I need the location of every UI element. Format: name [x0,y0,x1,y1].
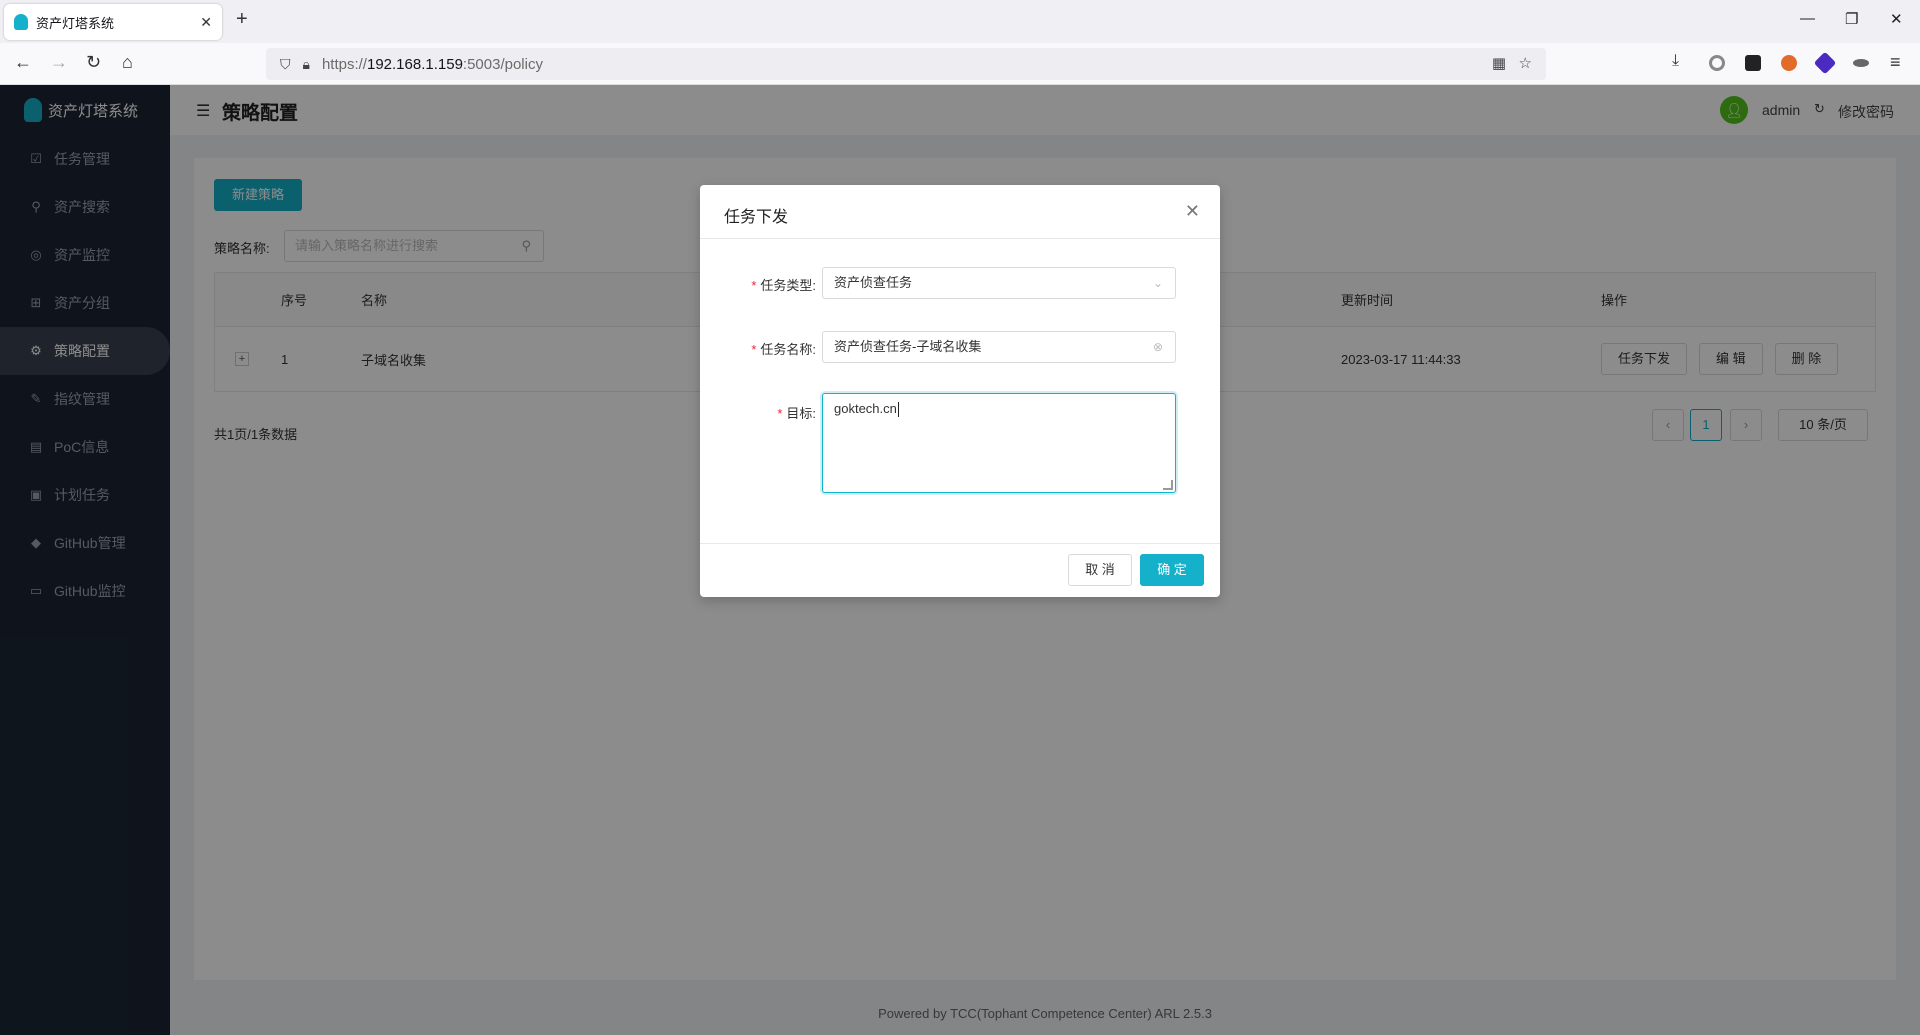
cancel-button[interactable]: 取 消 [1068,554,1132,586]
back-icon[interactable]: ← [14,52,32,73]
browser-navbar: ← → ↻ ⌂ ⛉ 🔒︎ https://192.168.1.159:5003/… [0,43,1920,85]
lock-icon: 🔒︎ [302,55,310,72]
download-icon[interactable]: ⤓ [1672,52,1679,70]
tab-title: 资产灯塔系统 [36,15,115,31]
favicon-icon [14,14,28,30]
extension-icon[interactable] [1853,59,1869,67]
text-cursor [897,402,899,418]
shield-icon: ⛉ [280,55,291,72]
minimize-icon[interactable]: — [1800,10,1815,27]
close-tab-icon[interactable]: ✕ [200,14,212,31]
chevron-down-icon: ⌄ [1152,276,1163,290]
task-type-label: * 任务类型: [751,278,816,293]
browser-tab[interactable]: 资产灯塔系统 ✕ [4,4,222,40]
task-name-input[interactable]: 资产侦查任务-子域名收集 ⊗ [822,331,1176,363]
extension-icon[interactable] [1709,55,1725,71]
target-label: * 目标: [777,406,816,421]
task-type-select[interactable]: 资产侦查任务 ⌄ [822,267,1176,299]
extension-icon[interactable] [1813,51,1837,75]
new-tab-icon[interactable]: + [236,8,248,31]
modal-title: 任务下发 [724,209,789,226]
window-close-icon[interactable]: ✕ [1890,10,1903,28]
target-textarea[interactable]: goktech.cn [822,393,1176,493]
restore-icon[interactable]: ❐ [1845,10,1858,28]
resize-handle[interactable] [1163,480,1173,490]
qr-star-icons[interactable]: ▦ ☆ [1492,54,1532,72]
browser-tabbar: 资产灯塔系统 ✕ + — ❐ ✕ [0,0,1920,43]
url-text: https://192.168.1.159:5003/policy [321,55,543,73]
reload-icon[interactable]: ↻ [86,52,101,73]
confirm-button[interactable]: 确 定 [1140,554,1204,586]
task-name-label: * 任务名称: [751,342,816,357]
modal-footer: 取 消 确 定 [700,543,1220,597]
dispatch-task-modal: 任务下发 ✕ * 任务类型: 资产侦查任务 ⌄ * 任务名称: 资产侦查任务-子域名… [700,185,1220,597]
clear-icon[interactable]: ⊗ [1153,332,1163,362]
extension-icon[interactable] [1781,55,1797,71]
close-icon[interactable]: ✕ [1185,201,1200,222]
forward-icon[interactable]: → [50,52,68,73]
modal-header: 任务下发 ✕ [700,185,1220,239]
extension-icon[interactable] [1745,55,1761,71]
home-icon[interactable]: ⌂ [122,52,133,73]
url-bar[interactable]: ⛉ 🔒︎ https://192.168.1.159:5003/policy ▦… [266,48,1546,80]
menu-icon[interactable]: ≡ [1890,52,1901,73]
